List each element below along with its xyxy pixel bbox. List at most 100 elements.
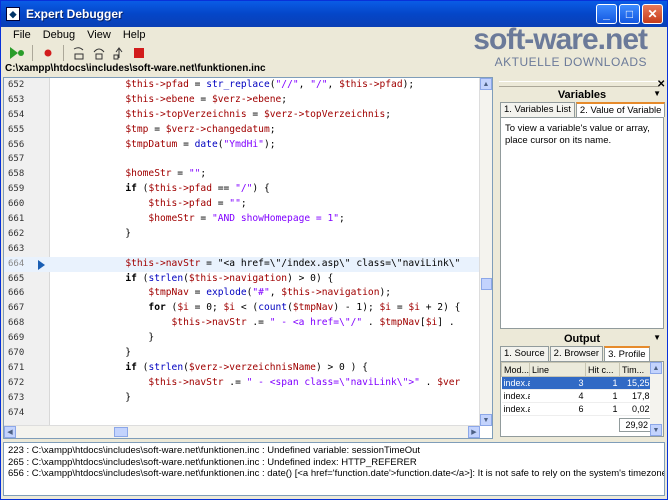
code-line[interactable]: 662 } — [4, 227, 480, 242]
column-header-module[interactable]: Mod... — [501, 362, 530, 377]
column-header-line[interactable]: Line — [529, 362, 586, 377]
menu-help[interactable]: Help — [117, 29, 152, 41]
code-text: $tmpNav = explode("#", $this->navigation… — [148, 287, 392, 299]
variable-hint: To view a variable's value or array, pla… — [505, 123, 650, 146]
table-row[interactable]: index.a 6 1 0,02 — [501, 402, 652, 416]
code-text: $this->navStr = "<a href=\"/index.asp\" … — [125, 257, 461, 269]
code-text: $this->pfad = ""; — [148, 198, 247, 210]
code-text: } — [56, 332, 155, 344]
code-line[interactable]: 664 $this->navStr = "<a href=\"/index.as… — [4, 256, 480, 272]
tab-browser[interactable]: 2. Browser — [549, 346, 604, 361]
scroll-thumb[interactable] — [481, 278, 492, 290]
output-console[interactable]: 223 : C:\xampp\htdocs\includes\soft-ware… — [3, 442, 665, 496]
close-button[interactable]: ✕ — [642, 4, 663, 24]
cell-line: 6 — [529, 402, 586, 416]
line-number: 674 — [8, 407, 25, 418]
panel-grip[interactable] — [499, 81, 659, 87]
code-editor[interactable]: 652 $this->pfad = str_replace("//", "/",… — [3, 77, 493, 439]
scroll-thumb[interactable] — [114, 427, 128, 437]
line-number: 652 — [8, 80, 25, 90]
menu-file[interactable]: File — [7, 29, 37, 41]
editor-horizontal-scrollbar[interactable]: ◀ ▶ — [4, 425, 480, 438]
code-text: $this->navStr .= " - <a href=\"/" . $tmp… — [171, 317, 455, 329]
line-number: 654 — [8, 109, 25, 120]
run-icon[interactable] — [9, 45, 25, 61]
code-text: } — [56, 391, 132, 403]
chevron-down-icon[interactable]: ▼ — [653, 333, 661, 342]
line-number: 667 — [8, 303, 25, 314]
code-text: $this->pfad = str_replace("//", "/", $th… — [125, 79, 415, 90]
cell-hit-count: 1 — [585, 402, 620, 416]
cell-time: 15,25 — [619, 376, 652, 390]
line-number: 669 — [8, 333, 25, 344]
code-line[interactable]: 657 — [4, 152, 480, 167]
scroll-left-icon[interactable]: ◀ — [4, 426, 16, 438]
menu-view[interactable]: View — [81, 29, 117, 41]
code-text: for ($i = 0; $i < (count($tmpNav) - 1); … — [148, 302, 461, 314]
menu-debug[interactable]: Debug — [37, 29, 81, 41]
cell-module: index.a — [501, 376, 530, 390]
code-line[interactable]: 673 } — [4, 391, 480, 406]
column-header-time[interactable]: Tim... — [619, 362, 652, 377]
tab-source[interactable]: 1. Source — [500, 346, 549, 361]
tab-profile[interactable]: 3. Profile — [604, 346, 650, 361]
step-into-icon[interactable] — [71, 45, 87, 61]
code-line[interactable]: 667 for ($i = 0; $i < (count($tmpNav) - … — [4, 301, 480, 316]
code-line[interactable]: 665 if (strlen($this->navigation) > 0) { — [4, 272, 480, 287]
code-line[interactable]: 663 — [4, 242, 480, 257]
code-text: } — [56, 227, 132, 239]
column-header-hit-count[interactable]: Hit c... — [585, 362, 620, 377]
scroll-down-icon[interactable]: ▼ — [480, 414, 492, 426]
code-line[interactable]: 653 $this->ebene = $verz->ebene; — [4, 93, 480, 108]
scroll-right-icon[interactable]: ▶ — [468, 426, 480, 438]
code-line[interactable]: 661 $homeStr = "AND showHomepage = 1"; — [4, 212, 480, 227]
minimize-button[interactable]: _ — [596, 4, 617, 24]
cell-module: index.a — [501, 402, 530, 416]
debugger-window: ◆ Expert Debugger _ □ ✕ File Debug View … — [0, 0, 668, 500]
scroll-up-icon[interactable]: ▲ — [650, 362, 662, 374]
breakpoint-icon[interactable] — [40, 45, 56, 61]
code-line[interactable]: 668 $this->navStr .= " - <a href=\"/" . … — [4, 316, 480, 331]
code-line[interactable]: 674 — [4, 406, 480, 421]
line-number: 673 — [8, 392, 25, 403]
code-lines[interactable]: 652 $this->pfad = str_replace("//", "/",… — [4, 78, 480, 420]
code-line[interactable]: 652 $this->pfad = str_replace("//", "/",… — [4, 78, 480, 93]
code-line[interactable]: 660 $this->pfad = ""; — [4, 197, 480, 212]
table-row[interactable]: index.a 3 1 15,25 — [501, 376, 652, 390]
code-text: $this->ebene = $verz->ebene; — [125, 93, 288, 105]
code-line[interactable]: 672 $this->navStr .= " - <span class=\"n… — [4, 376, 480, 391]
line-number: 672 — [8, 377, 25, 388]
code-line[interactable]: 666 $tmpNav = explode("#", $this->naviga… — [4, 286, 480, 301]
code-line[interactable]: 659 if ($this->pfad == "/") { — [4, 182, 480, 197]
variable-value-box: To view a variable's value or array, pla… — [500, 117, 664, 329]
chevron-down-icon[interactable]: ▼ — [653, 89, 661, 98]
cell-line: 3 — [529, 376, 586, 390]
code-line[interactable]: 658 $homeStr = ""; — [4, 167, 480, 182]
stop-icon[interactable] — [131, 45, 147, 61]
line-number: 657 — [8, 154, 25, 165]
cell-hit-count: 1 — [585, 389, 620, 403]
cell-hit-count: 1 — [585, 376, 620, 390]
table-row[interactable]: index.a 4 1 17,8 — [501, 389, 652, 403]
code-line[interactable]: 654 $this->topVerzeichnis = $verz->topVe… — [4, 108, 480, 123]
tab-variables-list[interactable]: 1. Variables List — [500, 102, 575, 117]
code-line[interactable]: 656 $tmpDatum = date("YmdHi"); — [4, 138, 480, 153]
line-number: 656 — [8, 139, 25, 150]
code-line[interactable]: 655 $tmp = $verz->changedatum; — [4, 123, 480, 138]
output-tabs: 1. Source 2. Browser 3. Profile — [500, 346, 651, 361]
code-line[interactable]: 671 if (strlen($verz->verzeichnisName) >… — [4, 361, 480, 376]
code-line[interactable]: 670 } — [4, 346, 480, 361]
scroll-down-icon[interactable]: ▼ — [650, 424, 662, 436]
step-out-icon[interactable] — [111, 45, 127, 61]
step-over-icon[interactable] — [91, 45, 107, 61]
scroll-up-icon[interactable]: ▲ — [480, 78, 492, 90]
profile-scrollbar[interactable]: ▲ ▼ — [650, 362, 663, 436]
app-icon: ◆ — [6, 7, 20, 21]
line-number: 653 — [8, 94, 25, 105]
code-line[interactable]: 669 } — [4, 331, 480, 346]
code-text: $tmp = $verz->changedatum; — [125, 123, 276, 135]
toolbar-separator — [32, 45, 33, 61]
maximize-button[interactable]: □ — [619, 4, 640, 24]
editor-vertical-scrollbar[interactable]: ▲ ▼ — [479, 78, 492, 426]
tab-value-of-variable[interactable]: 2. Value of Variable — [575, 102, 666, 117]
